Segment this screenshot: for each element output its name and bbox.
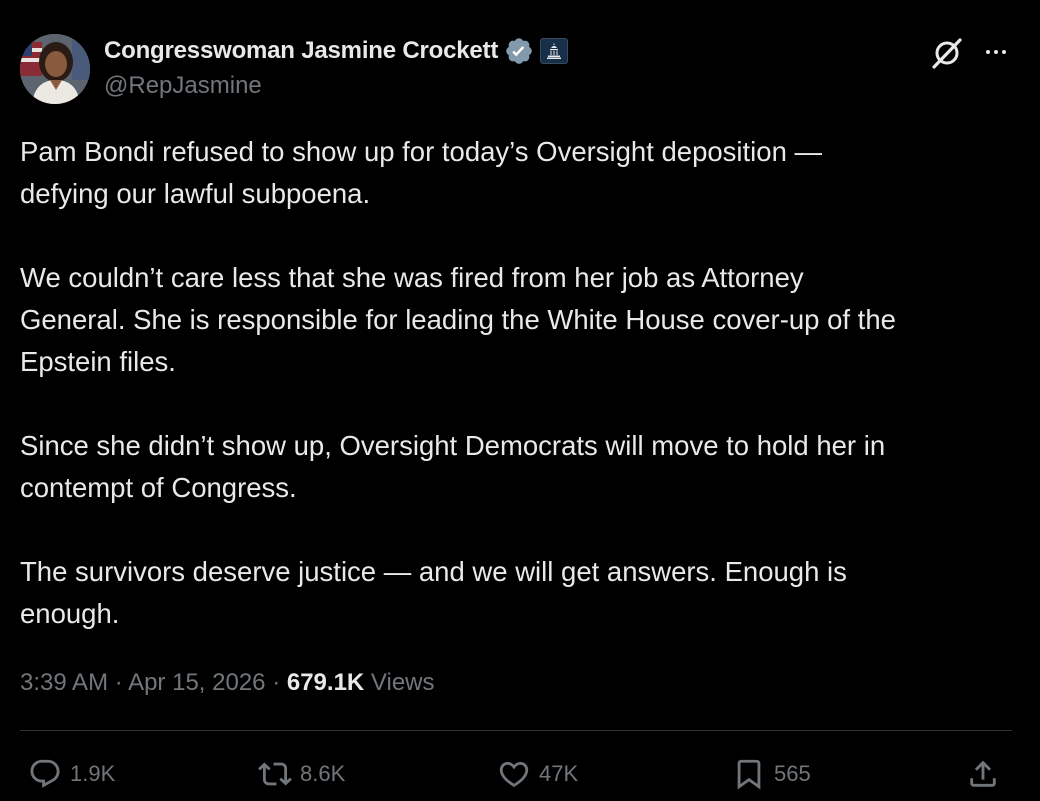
- more-icon: [994, 50, 998, 54]
- avatar[interactable]: [20, 34, 90, 104]
- reply-button[interactable]: 1.9K: [28, 750, 115, 798]
- author-display-name[interactable]: Congresswoman Jasmine Crockett: [104, 37, 498, 65]
- post-paragraph: We couldn’t care less that she was fired…: [20, 262, 896, 377]
- post-paragraph: Pam Bondi refused to show up for today’s…: [20, 136, 823, 209]
- repost-icon: [258, 762, 292, 786]
- share-icon: [970, 760, 996, 787]
- grok-button[interactable]: [928, 34, 966, 72]
- author-handle[interactable]: @RepJasmine: [104, 72, 262, 100]
- post-meta: 3:39 AM · Apr 15, 2026 · 679.1K Views: [20, 669, 435, 697]
- meta-separator: ·: [272, 669, 281, 696]
- heart-icon: [499, 761, 529, 787]
- post-date[interactable]: Apr 15, 2026: [128, 669, 265, 696]
- author-name-row: Congresswoman Jasmine Crockett: [104, 36, 569, 66]
- repost-button[interactable]: 8.6K: [258, 750, 345, 798]
- more-icon: [986, 50, 990, 54]
- post: Congresswoman Jasmine Crockett @RepJasmi…: [0, 0, 1040, 801]
- bookmark-button[interactable]: 565: [732, 750, 811, 798]
- action-bar: 1.9K 8.6K 47K 565: [0, 750, 1040, 798]
- post-text: Pam Bondi refused to show up for today’s…: [20, 131, 1020, 635]
- meta-separator: ·: [114, 669, 123, 696]
- views-count[interactable]: 679.1K: [287, 669, 364, 696]
- bookmark-icon: [737, 759, 761, 790]
- like-count: 47K: [539, 761, 579, 786]
- repost-count: 8.6K: [300, 761, 346, 786]
- views-label: Views: [370, 669, 435, 696]
- reply-icon: [30, 759, 60, 788]
- post-paragraph: The survivors deserve justice — and we w…: [20, 556, 847, 629]
- grok-icon: [932, 38, 962, 69]
- more-button[interactable]: [978, 34, 1014, 70]
- reply-count: 1.9K: [70, 761, 116, 786]
- capitol-dome-icon[interactable]: [540, 38, 569, 64]
- post-paragraph: Since she didn’t show up, Oversight Demo…: [20, 430, 886, 503]
- bookmark-count: 565: [774, 761, 811, 786]
- post-time[interactable]: 3:39 AM: [20, 669, 108, 696]
- avatar-image: [20, 34, 90, 104]
- share-button[interactable]: [966, 750, 1000, 798]
- more-icon: [1002, 50, 1006, 54]
- divider: [20, 730, 1012, 731]
- verified-badge-icon[interactable]: [504, 36, 534, 66]
- like-button[interactable]: 47K: [497, 750, 578, 798]
